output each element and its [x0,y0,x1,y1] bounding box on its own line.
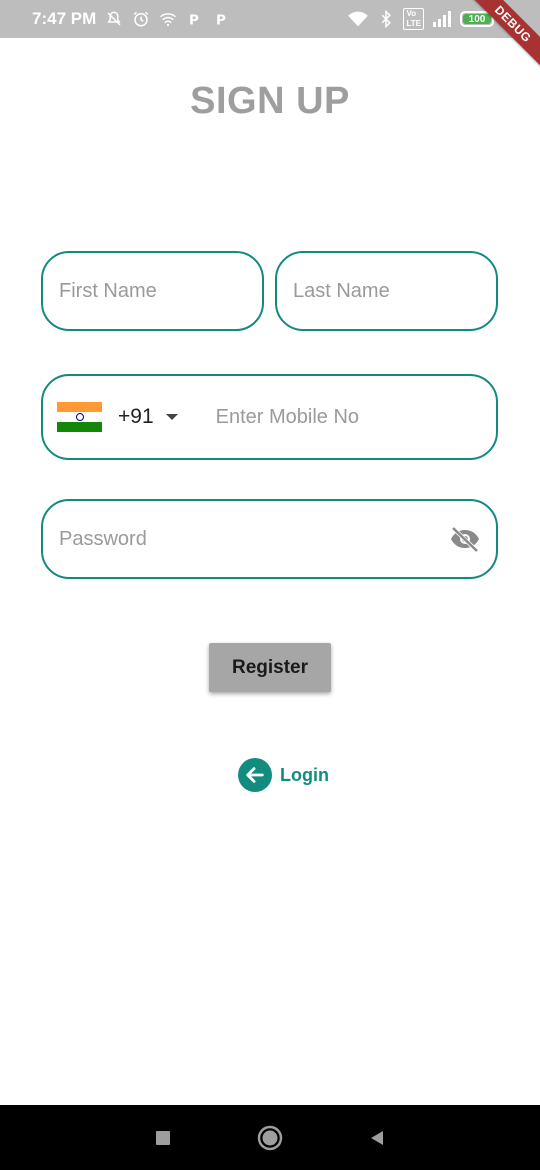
system-nav-bar [0,1105,540,1170]
bluetooth-icon [377,9,395,29]
page-title: SIGN UP [190,80,350,122]
password-input[interactable] [59,527,419,551]
status-time: 7:47 PM [32,9,97,28]
status-bar: 7:47 PM P P Vo LTE 100 [0,0,540,38]
country-dial-code[interactable]: +91 [118,405,154,429]
battery-level: 100 [468,13,486,25]
p-icon: P [186,10,204,28]
signal-icon [432,10,452,28]
alarm-icon [132,10,150,28]
login-link[interactable]: Login [238,758,329,792]
arrow-left-circle-icon[interactable] [238,758,272,792]
wifi-icon [159,10,177,28]
sign-up-screen: 7:47 PM P P Vo LTE 100 DEBUG SIGN UP Fir… [0,0,540,1170]
login-label[interactable]: Login [280,765,329,786]
password-field [41,499,498,579]
recent-apps-icon[interactable] [145,1120,181,1156]
country-dropdown-caret-icon[interactable] [165,414,178,420]
p-icon: P [213,10,231,28]
wifi-icon [347,10,369,28]
last-name-field [275,251,498,331]
register-button[interactable]: Register [209,643,331,692]
mobile-number-field: +91 [41,374,498,460]
mobile-number-input[interactable] [215,405,446,429]
volte-icon: Vo LTE [403,8,424,30]
home-icon[interactable] [252,1120,288,1156]
status-right: Vo LTE 100 [347,8,494,30]
mute-icon [105,10,123,28]
first-name-field [41,251,264,331]
eye-off-icon[interactable] [448,523,482,555]
last-name-input[interactable] [293,279,496,303]
first-name-input[interactable] [59,279,262,303]
back-icon[interactable] [359,1120,395,1156]
status-left: 7:47 PM P P [32,9,231,29]
svg-text:P: P [189,12,199,28]
svg-text:P: P [216,12,226,28]
india-flag-icon[interactable] [57,402,102,432]
